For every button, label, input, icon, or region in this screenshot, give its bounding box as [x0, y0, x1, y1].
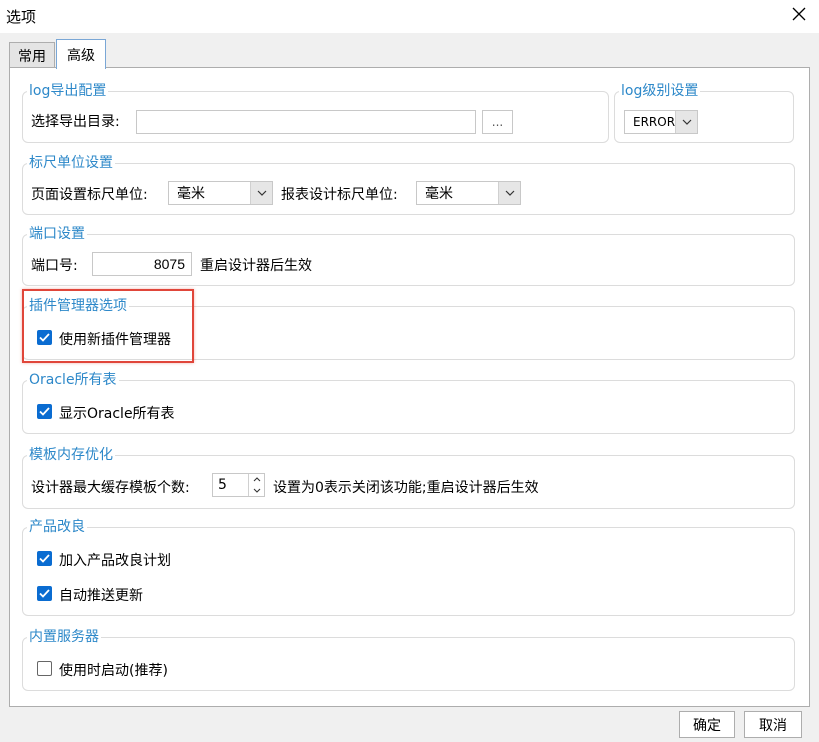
tab-advanced[interactable]: 高级	[56, 39, 106, 69]
cancel-button[interactable]: 取消	[744, 711, 802, 738]
join-improvement-label[interactable]: 加入产品改良计划	[59, 550, 171, 570]
show-oracle-label[interactable]: 显示Oracle所有表	[59, 403, 175, 423]
page-ruler-select[interactable]: 毫米	[168, 181, 273, 205]
report-ruler-label: 报表设计标尺单位:	[281, 187, 398, 203]
port-note: 重启设计器后生效	[200, 258, 312, 274]
check-icon	[39, 407, 50, 416]
template-memory-title: 模板内存优化	[27, 444, 115, 464]
max-cache-label: 设计器最大缓存模板个数:	[31, 480, 190, 496]
chevron-down-icon	[498, 182, 520, 204]
auto-update-checkbox[interactable]	[37, 586, 52, 601]
browse-button[interactable]: ...	[482, 110, 513, 134]
title-bar: 选项	[0, 0, 819, 33]
oracle-title: Oracle所有表	[27, 369, 119, 389]
builtin-server-title: 内置服务器	[27, 626, 101, 646]
ruler-title: 标尺单位设置	[27, 152, 115, 172]
check-icon	[39, 589, 50, 598]
max-cache-note: 设置为0表示关闭该功能;重启设计器后生效	[273, 480, 539, 496]
auto-update-label[interactable]: 自动推送更新	[59, 585, 143, 605]
export-dir-label: 选择导出目录:	[31, 114, 120, 130]
log-level-select[interactable]: ERROR	[624, 110, 698, 134]
port-label: 端口号:	[31, 258, 78, 274]
page-ruler-value: 毫米	[177, 186, 205, 202]
log-export-title: log导出配置	[27, 80, 109, 100]
log-level-title: log级别设置	[619, 80, 701, 100]
max-cache-value: 5	[218, 477, 227, 493]
port-title: 端口设置	[27, 223, 87, 243]
report-ruler-select[interactable]: 毫米	[416, 181, 521, 205]
report-ruler-value: 毫米	[425, 186, 453, 202]
check-icon	[39, 554, 50, 563]
port-input[interactable]	[92, 252, 192, 276]
start-on-use-checkbox[interactable]	[37, 661, 52, 676]
close-button[interactable]	[785, 2, 813, 30]
highlight-box	[22, 289, 194, 363]
export-dir-input[interactable]	[136, 110, 476, 134]
close-icon	[792, 7, 806, 25]
max-cache-spinner[interactable]: 5	[212, 473, 265, 497]
chevron-down-icon	[675, 111, 697, 133]
chevron-down-icon	[250, 182, 272, 204]
improvement-title: 产品改良	[27, 516, 87, 536]
ok-button[interactable]: 确定	[679, 711, 735, 738]
spin-up-icon[interactable]	[249, 474, 264, 485]
join-improvement-checkbox[interactable]	[37, 551, 52, 566]
window-title: 选项	[6, 8, 37, 26]
start-on-use-label[interactable]: 使用时启动(推荐)	[59, 660, 168, 680]
show-oracle-checkbox[interactable]	[37, 404, 52, 419]
log-level-value: ERROR	[633, 115, 676, 129]
spin-down-icon[interactable]	[249, 485, 264, 496]
page-ruler-label: 页面设置标尺单位:	[31, 187, 148, 203]
tab-general[interactable]: 常用	[9, 42, 55, 68]
